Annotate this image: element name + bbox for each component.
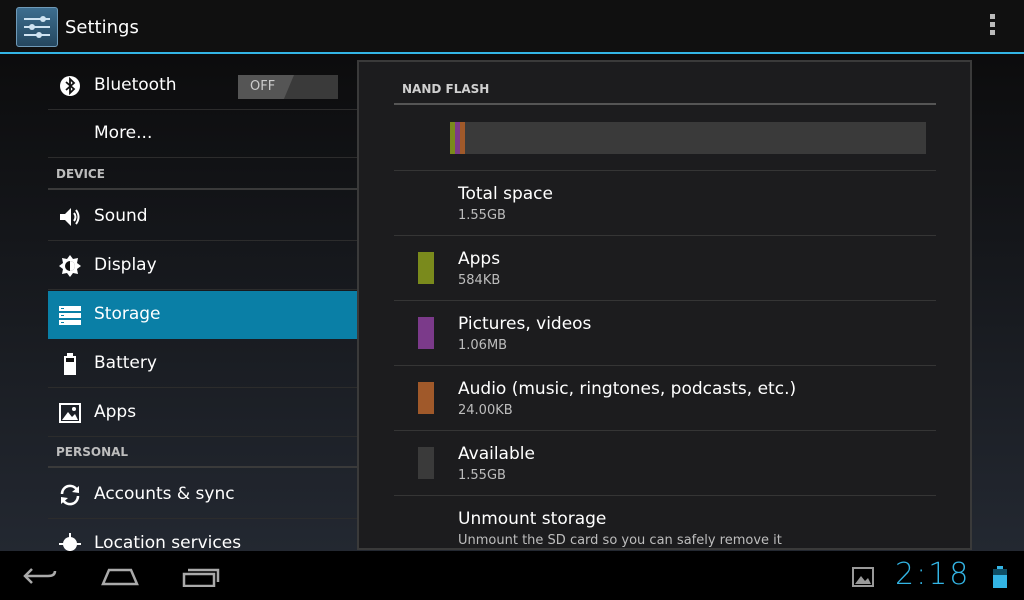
page-title: Settings	[65, 17, 139, 38]
sidebar-item-accounts-sync[interactable]: Accounts & sync	[48, 471, 357, 519]
sidebar-item-display[interactable]: Display	[48, 242, 357, 290]
bluetooth-icon	[58, 74, 82, 98]
storage-item-value: 1.55GB	[458, 208, 506, 223]
gallery-notification-icon[interactable]	[852, 567, 874, 591]
sidebar-item-bluetooth[interactable]: Bluetooth OFF	[48, 62, 357, 110]
sidebar-item-label: Apps	[94, 402, 137, 422]
sidebar-item-battery[interactable]: Battery	[48, 340, 357, 388]
storage-item-value: 584KB	[458, 273, 501, 288]
battery-icon	[58, 352, 82, 376]
sidebar-item-label: Location services	[94, 533, 242, 551]
brightness-icon	[58, 254, 82, 278]
color-swatch	[418, 447, 434, 479]
overflow-menu-icon[interactable]	[985, 14, 999, 40]
bluetooth-toggle[interactable]: OFF	[238, 75, 338, 99]
storage-audio[interactable]: Audio (music, ringtones, podcasts, etc.)…	[394, 365, 936, 430]
sidebar-item-label: Display	[94, 255, 157, 275]
storage-item-name: Apps	[458, 249, 501, 269]
storage-usage-bar	[450, 122, 926, 154]
storage-item-name: Total space	[458, 184, 553, 204]
sidebar-item-label: More...	[94, 123, 153, 143]
sidebar-item-more[interactable]: More...	[48, 110, 357, 158]
usage-segment-audio	[460, 122, 465, 154]
battery-status-icon	[992, 566, 1008, 592]
storage-detail-panel: NAND FLASH Total space 1.55GB Apps 584KB…	[357, 60, 972, 550]
sidebar-item-label: Bluetooth	[94, 75, 177, 95]
storage-item-value: 1.55GB	[458, 468, 506, 483]
action-bar: Settings	[0, 0, 1024, 54]
sidebar-item-storage[interactable]: Storage	[48, 291, 357, 339]
storage-item-value: 24.00KB	[458, 403, 513, 418]
storage-available[interactable]: Available 1.55GB	[394, 430, 936, 495]
section-header-device: DEVICE	[48, 162, 357, 190]
recent-apps-icon[interactable]	[182, 565, 220, 591]
status-clock: 2:18	[895, 557, 971, 592]
home-icon[interactable]	[101, 565, 139, 591]
sidebar-item-label: Sound	[94, 206, 148, 226]
storage-item-summary: Unmount the SD card so you can safely re…	[458, 533, 782, 548]
settings-sliders-icon[interactable]	[16, 7, 58, 47]
back-icon[interactable]	[22, 565, 58, 591]
storage-section-title: NAND FLASH	[402, 82, 490, 96]
toggle-state: OFF	[250, 79, 276, 94]
location-icon	[58, 532, 82, 551]
storage-apps[interactable]: Apps 584KB	[394, 235, 936, 300]
color-swatch	[418, 382, 434, 414]
sidebar-item-apps[interactable]: Apps	[48, 389, 357, 437]
unmount-storage-button[interactable]: Unmount storage Unmount the SD card so y…	[394, 495, 936, 548]
apps-icon	[58, 401, 82, 425]
section-header-personal: PERSONAL	[48, 440, 357, 468]
settings-list: Bluetooth OFF More... DEVICE Sound Displ…	[48, 54, 357, 551]
sidebar-item-location-services[interactable]: Location services	[48, 520, 357, 551]
sidebar-item-label: Accounts & sync	[94, 484, 235, 504]
storage-item-value: 1.06MB	[458, 338, 508, 353]
system-navigation-bar: 2:18	[0, 551, 1024, 600]
divider	[394, 103, 936, 105]
sidebar-item-label: Storage	[94, 304, 161, 324]
storage-item-name: Unmount storage	[458, 509, 607, 529]
sync-icon	[58, 483, 82, 507]
sidebar-item-label: Battery	[94, 353, 157, 373]
storage-icon	[58, 303, 82, 327]
sidebar-item-sound[interactable]: Sound	[48, 193, 357, 241]
storage-total-space[interactable]: Total space 1.55GB	[394, 170, 936, 235]
color-swatch	[418, 317, 434, 349]
section-header-label: PERSONAL	[56, 445, 129, 459]
storage-pictures-videos[interactable]: Pictures, videos 1.06MB	[394, 300, 936, 365]
content-area: Bluetooth OFF More... DEVICE Sound Displ…	[0, 54, 1024, 551]
storage-item-name: Audio (music, ringtones, podcasts, etc.)	[458, 379, 797, 399]
section-header-label: DEVICE	[56, 167, 105, 181]
speaker-icon	[58, 205, 82, 229]
storage-item-name: Pictures, videos	[458, 314, 592, 334]
storage-item-name: Available	[458, 444, 535, 464]
color-swatch	[418, 252, 434, 284]
